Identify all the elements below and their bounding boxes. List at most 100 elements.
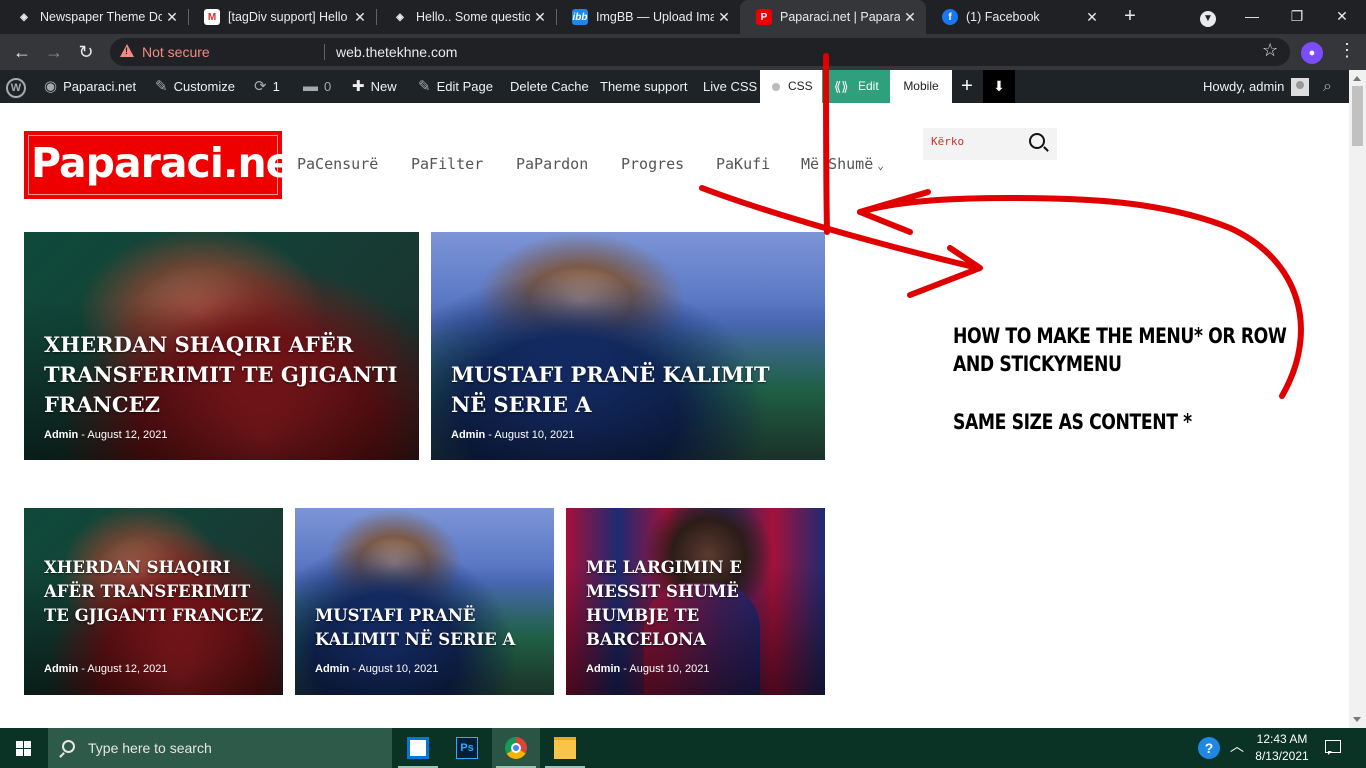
article-card[interactable]: Mustafi pranë kalimit në Serie A Admin -… [295, 508, 554, 695]
close-icon[interactable]: ✕ [350, 9, 370, 26]
scroll-up-icon[interactable] [1353, 76, 1361, 81]
site-search[interactable] [923, 128, 1057, 160]
search-icon[interactable]: ⌕ [1323, 70, 1332, 103]
taskbar-app-photoshop[interactable]: Ps [443, 728, 491, 768]
tagdiv-css-button[interactable]: CSS [760, 70, 822, 103]
article-title[interactable]: Mustafi pranë kalimit në Serie A [451, 360, 805, 420]
browser-menu-icon[interactable]: ⋮ [1338, 40, 1356, 61]
close-icon[interactable]: ✕ [162, 9, 182, 26]
taskbar-app-file-explorer[interactable] [541, 728, 589, 768]
browser-tab[interactable]: f (1) Facebook ✕ [926, 0, 1108, 34]
taskbar-app-chrome[interactable] [492, 728, 540, 768]
article-title[interactable]: Me largimin e Messit shumë humbje te Bar… [586, 556, 805, 652]
close-window-button[interactable]: ✕ [1322, 0, 1362, 34]
admin-customize[interactable]: ✎ Customize [155, 70, 235, 103]
restore-button[interactable]: ❐ [1277, 0, 1317, 34]
clock-date: 8/13/2021 [1255, 749, 1309, 763]
page-scrollbar[interactable] [1349, 70, 1366, 728]
browser-tab[interactable]: ◈ Newspaper Theme Do ✕ [0, 0, 188, 34]
avatar[interactable] [1291, 78, 1309, 96]
new-tab-button[interactable]: + [1118, 4, 1142, 28]
menu-item-pacensure[interactable]: PaCensurë [297, 155, 378, 173]
article-date: August 12, 2021 [87, 429, 168, 441]
scroll-down-icon[interactable] [1353, 717, 1361, 722]
menu-item-me-shume[interactable]: Më Shumë ⌄ [801, 155, 884, 173]
reload-button[interactable]: ↻ [74, 40, 98, 64]
tagdiv-mobile-button[interactable]: Mobile [890, 70, 952, 103]
profile-avatar[interactable]: ● [1301, 42, 1323, 64]
back-button[interactable]: ← [10, 40, 34, 64]
article-author[interactable]: Admin [586, 663, 620, 675]
forward-button[interactable]: → [42, 40, 66, 64]
browser-tab[interactable]: ◈ Hello.. Some questions ✕ [376, 0, 556, 34]
article-author[interactable]: Admin [44, 663, 78, 675]
article-author[interactable]: Admin [44, 429, 78, 441]
tagdiv-edit-button[interactable]: ⟪⟫ Edit [822, 70, 890, 103]
search-input[interactable] [931, 135, 1021, 148]
article-author[interactable]: Admin [451, 429, 485, 441]
tab-search-button[interactable]: ▼ [1188, 0, 1228, 34]
add-button[interactable]: + [952, 70, 982, 103]
site-logo[interactable]: Paparaci.net [24, 131, 312, 199]
search-icon[interactable] [1029, 133, 1045, 149]
security-label[interactable]: Not secure [142, 44, 210, 60]
clock-time: 12:43 AM [1256, 732, 1308, 746]
menu-item-pafilter[interactable]: PaFilter [411, 155, 483, 173]
browser-tab[interactable]: ibb ImgBB — Upload Imag ✕ [556, 0, 740, 34]
article-date: August 12, 2021 [87, 663, 168, 675]
article-title[interactable]: Mustafi pranë kalimit në Serie A [315, 604, 534, 652]
minimize-button[interactable]: — [1232, 0, 1272, 34]
bookmark-star-icon[interactable]: ☆ [1262, 40, 1278, 61]
start-button[interactable] [0, 728, 48, 768]
browser-tab[interactable]: M [tagDiv support] Hello ✕ [188, 0, 376, 34]
article-card[interactable]: Me largimin e Messit shumë humbje te Bar… [566, 508, 825, 695]
admin-new[interactable]: ✚ New [352, 70, 397, 103]
article-card[interactable]: Mustafi pranë kalimit në Serie A Admin -… [431, 232, 825, 460]
updates-count: 1 [272, 79, 280, 94]
wordpress-logo-icon[interactable]: W [6, 70, 26, 103]
notification-icon[interactable] [1325, 740, 1341, 755]
comments-count: 0 [324, 79, 332, 94]
customize-label: Customize [173, 79, 235, 94]
admin-updates[interactable]: ⟳ 1 [254, 70, 280, 103]
taskbar-clock[interactable]: 12:43 AM 8/13/2021 [1250, 731, 1314, 765]
menu-item-pakufi[interactable]: PaKufi [716, 155, 770, 173]
article-card[interactable]: Xherdan Shaqiri afër transferimit te gji… [24, 232, 419, 460]
comment-icon: ▬ [303, 78, 318, 95]
tab-title: Newspaper Theme Do [40, 10, 162, 24]
download-icon[interactable]: ⬇ [983, 70, 1015, 103]
article-title[interactable]: Xherdan Shaqiri afër transferimit te gji… [44, 330, 399, 420]
help-icon[interactable]: ? [1198, 737, 1220, 759]
menu-item-progres[interactable]: Progres [621, 155, 684, 173]
menu-item-papardon[interactable]: PaPardon [516, 155, 588, 173]
article-card[interactable]: Xherdan Shaqiri afër transferimit te gji… [24, 508, 283, 695]
tagdiv-icon: ◈ [20, 11, 28, 23]
url-text[interactable]: web.thetekhne.com [336, 44, 457, 60]
close-icon[interactable]: ✕ [1082, 9, 1102, 26]
close-icon[interactable]: ✕ [530, 9, 550, 26]
chevron-down-icon: ⌄ [877, 159, 884, 172]
admin-live-css[interactable]: Live CSS [703, 70, 757, 103]
close-icon[interactable]: ✕ [900, 9, 920, 26]
taskbar-search[interactable]: Type here to search [48, 728, 392, 768]
taskbar-app-task-view[interactable] [394, 728, 442, 768]
admin-comments[interactable]: ▬ 0 [303, 70, 331, 103]
article-author[interactable]: Admin [315, 663, 349, 675]
chrome-icon [505, 737, 527, 759]
admin-theme-support[interactable]: Theme support [600, 70, 687, 103]
article-title[interactable]: Xherdan Shaqiri afër transferimit te gji… [44, 556, 263, 628]
address-bar[interactable]: Not secure web.thetekhne.com [110, 38, 1290, 66]
annotation-line: same size as content * [953, 410, 1192, 434]
admin-site-name[interactable]: ◉ Paparaci.net [44, 70, 136, 103]
menu-item-label: Më Shumë [801, 155, 874, 173]
tagdiv-icon: ◈ [396, 11, 404, 23]
scroll-thumb[interactable] [1352, 86, 1363, 146]
paparaci-icon: P [756, 9, 772, 25]
admin-delete-cache[interactable]: Delete Cache [510, 70, 589, 103]
browser-tab-active[interactable]: P Paparaci.net | Paparaci ✕ [740, 0, 926, 34]
tagdiv-logo-icon: ⟪⟫ [834, 79, 849, 94]
chevron-up-icon[interactable]: ︿ [1230, 736, 1244, 756]
close-icon[interactable]: ✕ [714, 9, 734, 26]
admin-howdy[interactable]: Howdy, admin [1203, 70, 1284, 103]
admin-edit-page[interactable]: ✎ Edit Page [418, 70, 493, 103]
